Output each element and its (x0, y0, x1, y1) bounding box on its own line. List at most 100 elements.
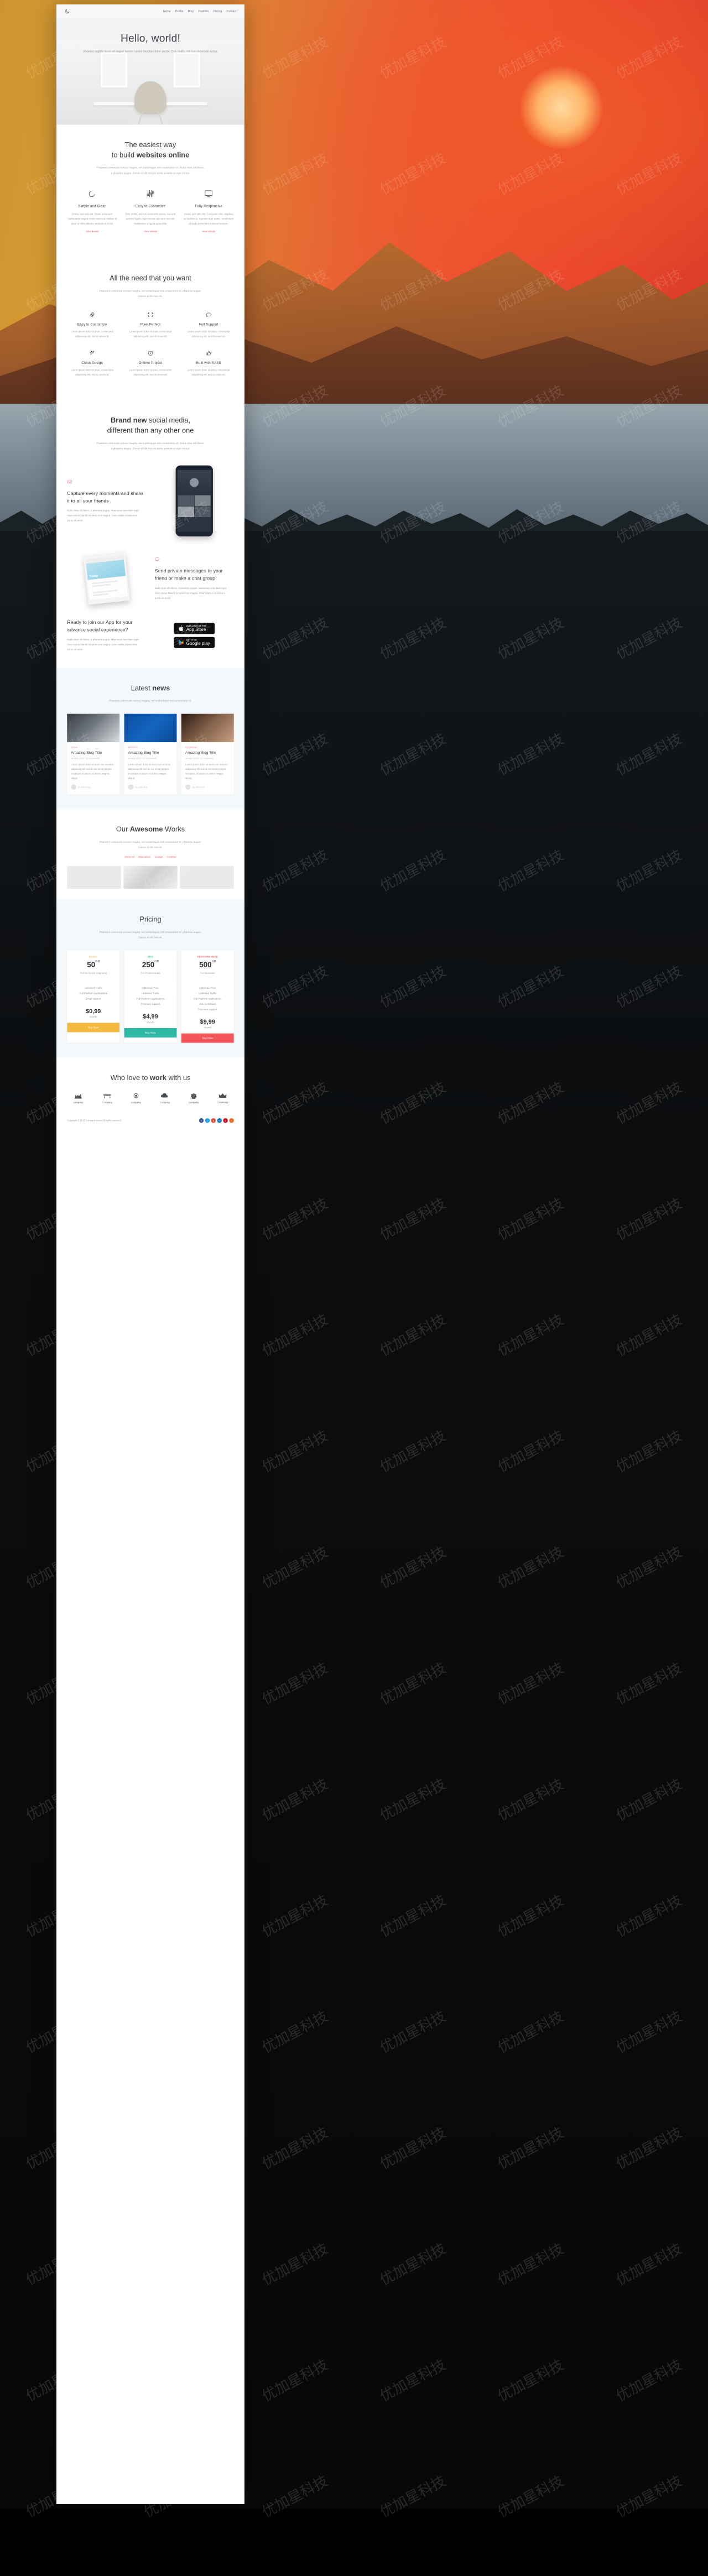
buy-now-button[interactable]: Buy Now (124, 1028, 177, 1038)
view-details-link[interactable]: View details (202, 230, 215, 233)
cloud-icon (161, 1093, 168, 1098)
appstore-button[interactable]: AVAILABLE ON THE App Store (174, 623, 215, 634)
plan-amount-number: 50 (87, 960, 96, 969)
hero-picture-frame-left (101, 51, 128, 88)
news-author: by John Doe (78, 786, 91, 789)
nav-link-profile[interactable]: Profile (175, 10, 184, 13)
plan-feature: Unlimited Traffic (141, 992, 160, 995)
needs-section: All the need that you want Praesent comm… (56, 248, 244, 392)
facebook-icon[interactable]: f (199, 1118, 204, 1123)
googleplay-button[interactable]: GET IT ON Google play (174, 637, 215, 648)
filter-show-all[interactable]: Show All (125, 856, 134, 858)
news-category[interactable]: CODE (71, 747, 116, 749)
news-author: by John Doe (192, 786, 205, 789)
news-title-text[interactable]: Amazing Blog Title (185, 750, 230, 755)
nav-link-portfolio[interactable]: Portfolio (198, 10, 209, 13)
works-section: Our Awesome Works Praesent commodo cursu… (56, 809, 244, 889)
feature-title: Easy to Customize (135, 204, 166, 208)
work-thumbnail[interactable] (67, 866, 121, 889)
news-card[interactable]: CODE Amazing Blog Title 30 May 2016 / 23… (67, 713, 120, 795)
news-title-text[interactable]: Amazing Blog Title (71, 750, 116, 755)
badge-icon (190, 1093, 197, 1099)
view-details-link[interactable]: View details (144, 230, 157, 233)
easiest-way-title-line2-light: to build (111, 151, 137, 159)
chat-icon (184, 310, 234, 319)
linkedin-icon[interactable]: in (217, 1118, 222, 1123)
need-text: Lorem ipsum dolor sit amet, consectetur … (187, 368, 230, 376)
news-title-light: Latest (131, 684, 153, 692)
news-title-text[interactable]: Amazing Blog Title (128, 750, 173, 755)
website-preview-sheet: Home Profile Blog Portfolio Pricing Cont… (56, 4, 244, 2504)
client-logo-3[interactable]: company (125, 1093, 148, 1104)
pricing-grid: BASIC 50GB Perfect for the beginning Unl… (67, 950, 234, 1043)
navbar: Home Profile Blog Portfolio Pricing Cont… (56, 4, 244, 19)
tablet-hero-label: Today (89, 573, 98, 578)
logo-moon-icon[interactable] (65, 9, 70, 14)
clients-title-bold: work (149, 1073, 166, 1082)
pricing-title: Pricing (139, 915, 162, 924)
plan-feature: Full Platform Applications (194, 997, 222, 1000)
need-title: Clean Design (81, 361, 103, 365)
tablet-mockup: Today (67, 552, 146, 605)
client-logo-2[interactable]: Company (96, 1093, 118, 1104)
filter-minimalism[interactable]: Minimalism (138, 856, 150, 858)
buy-now-button[interactable]: Buy Now (67, 1023, 120, 1033)
feature-column-simple-and-clean: Simple and Clean Donec sed odio dui. Eti… (67, 187, 117, 233)
factory-icon (74, 1094, 82, 1099)
google-icon[interactable]: g (211, 1118, 216, 1123)
nav-link-home[interactable]: Home (163, 10, 171, 13)
need-title: Full Support (199, 322, 218, 327)
need-text: Lorem ipsum dolor sit amet, consectetur … (129, 330, 172, 338)
nav-link-pricing[interactable]: Pricing (214, 10, 222, 13)
rss-icon[interactable]: r (229, 1118, 234, 1123)
twitter-icon[interactable]: t (205, 1118, 210, 1123)
plan-amount-unit: GB (154, 960, 159, 963)
phone-photo-grid (178, 495, 211, 518)
nav-link-blog[interactable]: Blog (188, 10, 194, 13)
tablet-screen: Today (85, 555, 128, 601)
nav-link-contact[interactable]: Contact (227, 10, 237, 13)
clock-icon (125, 348, 175, 358)
news-title: Latest news (67, 683, 234, 693)
news-category[interactable]: SPORTS (128, 747, 173, 749)
plan-tag: PRO (147, 955, 154, 958)
phone-profile-header (177, 470, 211, 495)
plan-tagline: For Business (200, 971, 215, 975)
need-title: Pixel Perfect (140, 322, 161, 327)
works-filters: Show All Minimalism Vintage Creative (56, 856, 244, 858)
plan-amount: 500GB (184, 960, 231, 969)
nav-links: Home Profile Blog Portfolio Pricing Cont… (163, 10, 236, 13)
works-title-light1: Our (116, 825, 130, 833)
news-card[interactable]: ECONOMY Amazing Blog Title 30 May 2016 /… (181, 713, 234, 795)
filter-creative[interactable]: Creative (167, 856, 176, 858)
client-logo-1[interactable]: company (67, 1093, 90, 1104)
feature-title: Fully Responsive (195, 204, 222, 208)
news-subtitle: Praesent commodo cursus magna, vel scele… (109, 699, 192, 702)
client-logo-5[interactable]: Company (183, 1093, 205, 1104)
work-thumbnail[interactable] (180, 866, 234, 889)
plan-period: /month (204, 1026, 212, 1029)
news-excerpt: Lorem ipsum dolor sit amet con sectetur … (128, 763, 171, 780)
news-category[interactable]: ECONOMY (185, 747, 230, 749)
buy-now-button[interactable]: Buy Now (181, 1033, 234, 1043)
plan-period: /month (89, 1015, 97, 1019)
pinterest-icon[interactable]: p (223, 1118, 228, 1123)
news-meta: 30 May 2016 / 23 Comments (185, 757, 214, 760)
need-item-easy-to-customize: Easy to Customize Lorem ipsum dolor sit … (67, 310, 117, 338)
monitor-icon (184, 187, 234, 200)
wallpaper-sun (520, 66, 603, 149)
plan-price: $9,99 (200, 1018, 215, 1025)
plan-amount-unit: GB (211, 960, 216, 963)
news-card[interactable]: SPORTS Amazing Blog Title 30 May 2016 / … (124, 713, 177, 795)
client-logo-4[interactable]: Company (154, 1093, 176, 1104)
client-logo-6[interactable]: COMPANY (211, 1093, 234, 1104)
news-thumbnail (181, 713, 234, 742)
plan-amount-number: 500 (199, 960, 212, 969)
needs-title: All the need that you want (110, 274, 191, 282)
need-text: Lorem ipsum dolor sit amet, consectetur … (71, 368, 114, 376)
view-details-link[interactable]: View details (86, 230, 99, 233)
easiest-way-subtitle: Praesent commodo cursus magna, vel scele… (96, 166, 205, 175)
need-title: Built with SASS (196, 361, 221, 365)
filter-vintage[interactable]: Vintage (154, 856, 163, 858)
work-thumbnail[interactable] (123, 866, 178, 889)
